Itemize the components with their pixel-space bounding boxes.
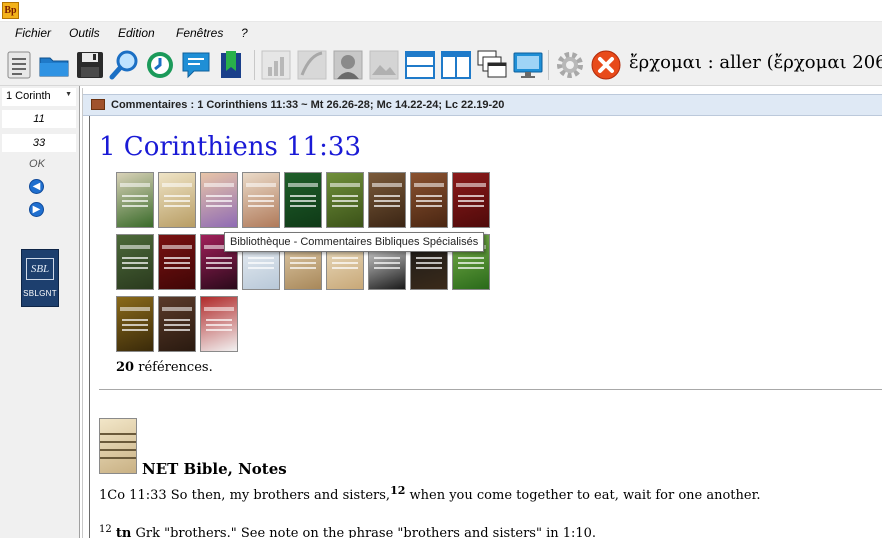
title-bar: Bp [0, 0, 882, 22]
commentary-cover[interactable] [116, 172, 154, 228]
note-tag: tn [115, 526, 132, 538]
commentary-cover[interactable] [158, 234, 196, 290]
commentary-cover[interactable] [158, 172, 196, 228]
window-title: Commentaires : 1 Corinthiens 11:33 ~ Mt … [111, 99, 505, 111]
app-icon[interactable]: Bp [2, 2, 19, 19]
tooltip: Bibliothèque - Commentaires Bibliques Sp… [224, 232, 485, 252]
menu-fenetres[interactable]: Fenêtres [176, 26, 223, 40]
list-icon[interactable] [4, 49, 36, 81]
chart-icon[interactable] [260, 49, 292, 81]
search-icon[interactable] [108, 49, 140, 81]
commentary-cover[interactable] [116, 234, 154, 290]
menu-help[interactable]: ? [241, 26, 248, 40]
verse-note-marker[interactable]: 12 [390, 484, 405, 497]
sbl-logo: SBL [26, 258, 54, 280]
sblgnt-module-button[interactable]: SBL SBLGNT [21, 249, 59, 307]
verse-text: 1Co 11:33 So then, my brothers and siste… [99, 484, 761, 503]
image-icon[interactable] [368, 49, 400, 81]
comment-icon[interactable] [180, 49, 212, 81]
toolbar-separator [254, 50, 255, 80]
entry-heading: NET Bible, Notes [142, 460, 287, 478]
window-title-bar: Commentaires : 1 Corinthiens 11:33 ~ Mt … [83, 94, 882, 116]
net-bible-cover[interactable] [99, 418, 137, 474]
commentary-cover[interactable] [326, 172, 364, 228]
vertical-split-icon[interactable] [440, 49, 472, 81]
portrait-icon[interactable] [332, 49, 364, 81]
chevron-down-icon: ▼ [65, 91, 72, 98]
translation-note: 12 tn Grk "brothers." See note on the ph… [99, 524, 596, 538]
book-icon [91, 99, 105, 110]
module-label: SBLGNT [23, 289, 57, 298]
commentary-cover[interactable] [368, 172, 406, 228]
divider [99, 389, 882, 390]
reference-count-label: références. [134, 360, 213, 375]
horizontal-split-icon[interactable] [404, 49, 436, 81]
commentary-cover[interactable] [158, 296, 196, 352]
navigation-panel: 1 Corinth ▼ 11 33 OK ◀ ▶ SBL SBLGNT [0, 86, 80, 538]
book-select[interactable]: 1 Corinth ▼ [2, 88, 76, 106]
monitor-icon[interactable] [512, 49, 544, 81]
commentary-cover[interactable] [284, 172, 322, 228]
lemma-display: ἔρχομαι : aller (ἔρχομαι 2064) [629, 52, 882, 73]
menu-outils[interactable]: Outils [69, 26, 100, 40]
verse-text-end: when you come together to eat, wait for … [405, 488, 761, 503]
commentary-cover[interactable] [116, 296, 154, 352]
next-arrow-icon[interactable]: ▶ [29, 202, 44, 217]
previous-arrow-icon[interactable]: ◀ [29, 179, 44, 194]
chapter-field[interactable]: 11 [2, 110, 76, 128]
settings-icon[interactable] [554, 49, 586, 81]
note-text: Grk "brothers." See note on the phrase "… [131, 526, 597, 538]
reference-count-number: 20 [116, 360, 135, 375]
book-select-value: 1 Corinth [6, 90, 51, 102]
commentary-cover[interactable] [452, 172, 490, 228]
passage-title: 1 Corinthiens 11:33 [99, 132, 362, 162]
commentary-window: Commentaires : 1 Corinthiens 11:33 ~ Mt … [82, 88, 882, 538]
note-marker: 12 [99, 524, 112, 535]
save-icon[interactable] [74, 49, 106, 81]
commentary-cover[interactable] [200, 172, 238, 228]
reference-count: 20 références. [116, 360, 213, 375]
commentary-cover[interactable] [242, 172, 280, 228]
toolbar: ἔρχομαι : aller (ἔρχομαι 2064) [0, 44, 882, 86]
content-border [89, 116, 90, 538]
menu-edition[interactable]: Edition [118, 26, 155, 40]
bookmark-icon[interactable] [216, 49, 248, 81]
verse-text-start: 1Co 11:33 So then, my brothers and siste… [99, 488, 391, 503]
commentary-cover[interactable] [410, 172, 448, 228]
close-icon[interactable] [590, 49, 622, 81]
menu-fichier[interactable]: Fichier [15, 26, 51, 40]
toolbar-separator [548, 50, 549, 80]
menu-bar: Fichier Outils Edition Fenêtres ? [0, 22, 882, 44]
verse-field[interactable]: 33 [2, 134, 76, 152]
history-icon[interactable] [144, 49, 176, 81]
cascade-windows-icon[interactable] [476, 49, 508, 81]
ok-button[interactable]: OK [0, 158, 74, 170]
folder-icon[interactable] [38, 49, 70, 81]
commentary-cover[interactable] [200, 296, 238, 352]
manuscript-icon[interactable] [296, 49, 328, 81]
commentary-covers [116, 172, 536, 352]
